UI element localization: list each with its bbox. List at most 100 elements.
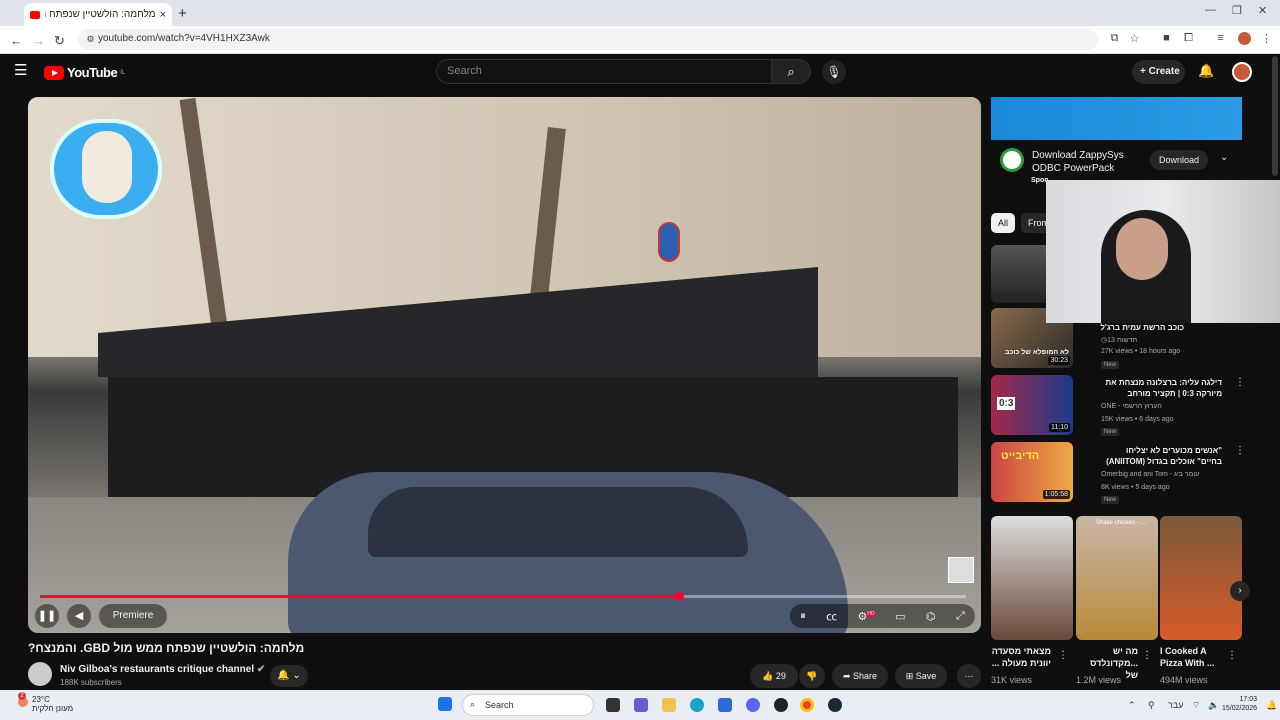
more-actions-button[interactable]: ⋯: [957, 664, 981, 688]
obs-icon[interactable]: [774, 698, 788, 712]
ad-banner-image[interactable]: [991, 97, 1242, 140]
miniplayer-icon[interactable]: ▭: [895, 610, 905, 623]
ad-download-button[interactable]: Download: [1150, 150, 1208, 170]
short-thumbnail[interactable]: [1160, 516, 1242, 640]
edge-icon[interactable]: [690, 698, 704, 712]
tray-app-icon[interactable]: ⚲: [1148, 700, 1155, 711]
back-arrow-icon[interactable]: ←: [10, 33, 23, 48]
discord-icon[interactable]: [746, 698, 760, 712]
youtube-logo[interactable]: YouTube IL: [44, 65, 125, 80]
new-badge: New: [1101, 361, 1120, 369]
more-vert-icon[interactable]: ⋮: [1235, 445, 1245, 456]
progress-scrubber-handle[interactable]: [675, 592, 684, 601]
notifications-icon[interactable]: 🔔: [1266, 700, 1277, 711]
chrome-icon[interactable]: [800, 698, 814, 712]
store-icon[interactable]: [718, 698, 732, 712]
recommendation-channel-text: חדשות 13: [1107, 337, 1138, 344]
recommendation-channel[interactable]: ◷חדשות 13: [1101, 336, 1137, 344]
channel-avatar[interactable]: [28, 662, 52, 686]
pause-button[interactable]: ❚❚: [35, 604, 59, 628]
language-indicator[interactable]: עבר: [1168, 700, 1183, 710]
recommendation-thumbnail[interactable]: הדיבייט 1:05:58: [991, 442, 1073, 502]
task-view-icon[interactable]: [606, 698, 620, 712]
more-vert-icon[interactable]: ⋮: [1227, 650, 1237, 661]
progress-bar-remaining[interactable]: [679, 595, 966, 598]
chevron-down-icon[interactable]: ⌄: [1220, 152, 1228, 163]
recommendation-thumbnail[interactable]: 0:3 11:10: [991, 375, 1073, 435]
settings-gear-icon[interactable]: ⚙HD: [858, 610, 875, 623]
notifications-bell-icon[interactable]: 🔔: [1198, 63, 1214, 79]
short-thumbnail[interactable]: [991, 516, 1073, 640]
teams-icon[interactable]: [634, 698, 648, 712]
subscribed-bell-button[interactable]: 🔔 ⌄: [270, 665, 308, 687]
search-button[interactable]: ⌕: [771, 59, 811, 84]
notification-count: 2: [18, 692, 26, 700]
fullscreen-icon[interactable]: ⤢: [956, 610, 965, 623]
more-vert-icon[interactable]: ⋮: [1142, 650, 1152, 661]
speaker-icon[interactable]: 🔈: [1208, 700, 1219, 711]
recommendation-title[interactable]: כוכב הרשת עמית ברג'ל: [1100, 322, 1184, 333]
network-icon[interactable]: ⌔: [1192, 700, 1200, 711]
video-title: מלחמה: הולשטיין שנפתח ממש מול GBD. והמנצ…: [28, 641, 305, 655]
short-title[interactable]: מצאתי מסעדה יוונית מעולה ...: [991, 645, 1051, 669]
video-player[interactable]: [28, 97, 981, 633]
weather-widget[interactable]: 2 23°C מעונן חלקית: [18, 692, 73, 713]
site-info-icon[interactable]: ⚙: [84, 34, 97, 47]
search-icon: ⌕: [470, 699, 476, 709]
ad-title: Download ZappySys ODBC PowerPack: [1032, 149, 1124, 175]
media-controls-icon[interactable]: ≡: [1214, 32, 1227, 45]
install-app-icon[interactable]: ⧉: [1108, 32, 1121, 45]
webcam-overlay: [1046, 180, 1280, 323]
taskbar-clock[interactable]: 17:03 15/02/2026: [1222, 695, 1257, 713]
recommendation-title[interactable]: "אנשים מכוערים לא יצליחו בחיים" אוכלים ב…: [1100, 445, 1222, 467]
hamburger-menu-icon[interactable]: ☰: [14, 63, 30, 78]
progress-bar-played[interactable]: [40, 595, 679, 598]
chip-all[interactable]: All: [991, 213, 1015, 233]
like-button[interactable]: 👍 29: [750, 664, 798, 688]
share-button[interactable]: ➦ Share: [832, 664, 888, 688]
profile-icon[interactable]: [1238, 32, 1251, 45]
bookmark-star-icon[interactable]: ☆: [1128, 32, 1141, 45]
restore-icon[interactable]: ❐: [1232, 4, 1242, 17]
autoplay-toggle-icon[interactable]: ⏸: [800, 610, 806, 623]
branding-watermark-icon[interactable]: [948, 557, 974, 583]
recommendation-channel[interactable]: Omerbig and ani Tom - עומר ביג: [1101, 471, 1199, 478]
voice-search-button[interactable]: 🎙: [822, 60, 846, 84]
search-input[interactable]: Search: [436, 59, 772, 84]
show-hidden-icons-icon[interactable]: ⌃: [1128, 700, 1136, 711]
thumbnail-text: הדיבייט: [1001, 450, 1040, 462]
file-explorer-icon[interactable]: [662, 698, 676, 712]
close-tab-icon[interactable]: ×: [160, 9, 166, 21]
address-bar[interactable]: youtube.com/watch?v=4VH1HXZ3Awk: [78, 29, 1098, 50]
reload-icon[interactable]: ↻: [54, 33, 65, 49]
page-scrollbar[interactable]: [1272, 56, 1278, 176]
minimize-icon[interactable]: —: [1205, 4, 1216, 16]
steam-icon[interactable]: [828, 698, 842, 712]
create-button[interactable]: + Create: [1132, 60, 1185, 84]
more-vert-icon[interactable]: ⋮: [1058, 650, 1068, 661]
windows-start-icon[interactable]: [438, 697, 452, 711]
short-title[interactable]: I Cooked A Pizza With ...: [1160, 645, 1222, 669]
browser-menu-icon[interactable]: ⋮: [1260, 32, 1273, 45]
more-vert-icon[interactable]: ⋮: [1235, 377, 1245, 388]
recommendation-channel[interactable]: ONE - הערוץ הרשמי: [1101, 403, 1162, 410]
cast-icon[interactable]: ⌬: [926, 610, 936, 623]
close-window-icon[interactable]: ✕: [1258, 4, 1267, 17]
recommendation-title[interactable]: דילגה עליה: ברצלונה מנצחת את מיורקה 0:3 …: [1100, 377, 1222, 399]
short-thumbnail[interactable]: Shake chicken - ...: [1076, 516, 1158, 640]
extension-icon[interactable]: ■: [1160, 32, 1173, 45]
account-avatar[interactable]: [1232, 62, 1252, 82]
verified-check-icon: ✔: [256, 664, 266, 675]
chevron-right-icon[interactable]: ›: [1230, 581, 1250, 601]
browser-tab[interactable]: מלחמה: הולשטיין שנפתח מ... ×: [24, 3, 172, 26]
forward-arrow-icon[interactable]: →: [32, 33, 45, 48]
save-button[interactable]: ⊞ Save: [895, 664, 947, 688]
taskbar-search[interactable]: ⌕ Search: [462, 694, 594, 716]
new-tab-button[interactable]: +: [178, 5, 187, 22]
extensions-puzzle-icon[interactable]: ⧠: [1182, 32, 1195, 45]
subtitles-icon[interactable]: ㏄: [826, 608, 837, 624]
dislike-button[interactable]: 👎: [799, 664, 825, 688]
volume-button[interactable]: ◀: [67, 604, 91, 628]
thumbnail-text: לא המופלא של כוכב: [1005, 349, 1069, 356]
channel-name[interactable]: Niv Gilboa's restaurants critique channe…: [60, 664, 265, 675]
